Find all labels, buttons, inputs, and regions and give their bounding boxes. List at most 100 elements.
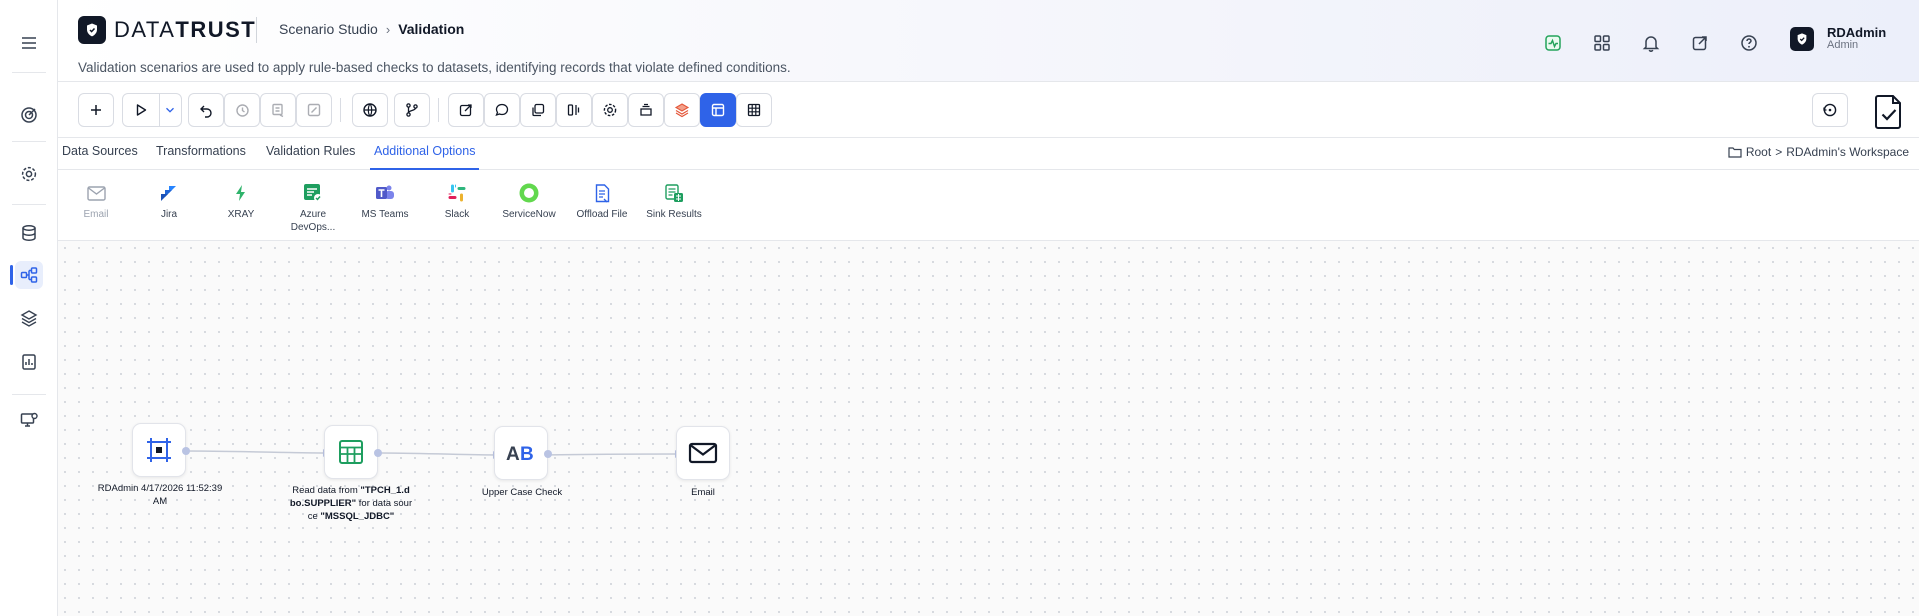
option-slack[interactable]: Slack	[423, 183, 491, 221]
flow-node-label: Email	[691, 487, 715, 498]
node-output-port[interactable]	[374, 449, 382, 457]
database-icon[interactable]	[15, 219, 43, 247]
tab-bar: Data Sources Transformations Validation …	[58, 138, 1919, 170]
avatar	[1790, 27, 1814, 51]
settings-button[interactable]	[592, 93, 628, 127]
save-button[interactable]	[260, 93, 296, 127]
breadcrumb: Scenario Studio › Validation	[279, 21, 464, 37]
layers-icon[interactable]	[15, 304, 43, 332]
user-menu[interactable]: RDAdmin Admin	[1790, 26, 1886, 52]
tab-transformations[interactable]: Transformations	[152, 138, 250, 170]
toolbar-divider	[438, 98, 439, 122]
workflow-icon[interactable]	[10, 261, 43, 289]
toolbar	[58, 82, 1919, 138]
ms-teams-icon	[375, 183, 395, 203]
undo-button[interactable]	[188, 93, 224, 127]
sidebar-divider	[12, 204, 46, 205]
copy-button[interactable]	[520, 93, 556, 127]
svg-text:A: A	[506, 444, 520, 465]
tab-data-sources[interactable]: Data Sources	[58, 138, 142, 170]
split-button[interactable]	[556, 93, 592, 127]
additional-options-palette: Email Jira XRAY Azure DevOps... MS Teams …	[58, 170, 1919, 241]
target-icon[interactable]	[15, 101, 43, 129]
start-node-icon	[147, 438, 171, 462]
restore-button[interactable]	[1812, 93, 1848, 127]
flow-node-label: Read data from "TPCH_1.d bo.SUPPLIER" for…	[289, 485, 413, 522]
app-header: DATATRUST Scenario Studio › Validation V…	[58, 0, 1919, 82]
run-button[interactable]	[122, 93, 182, 127]
export-button[interactable]	[448, 93, 484, 127]
chevron-right-icon: ›	[385, 21, 391, 37]
option-servicenow[interactable]: ServiceNow	[495, 183, 563, 221]
comment-button[interactable]	[484, 93, 520, 127]
slack-icon	[447, 183, 467, 203]
report-icon[interactable]	[15, 348, 43, 376]
option-azure-devops[interactable]: Azure DevOps...	[279, 183, 347, 234]
validation-document-icon[interactable]	[1869, 92, 1909, 132]
stack-button[interactable]	[628, 93, 664, 127]
globe-button[interactable]	[352, 93, 388, 127]
layers-button[interactable]	[664, 93, 700, 127]
menu-icon[interactable]	[15, 29, 43, 57]
header-divider	[256, 17, 257, 43]
node-output-port[interactable]	[182, 447, 190, 455]
svg-text:B: B	[520, 444, 534, 465]
flow-canvas[interactable]: RDAdmin 4/17/2026 11:52:39 AM Read data f…	[58, 241, 1919, 616]
settings-icon[interactable]	[15, 160, 43, 188]
bell-icon[interactable]	[1638, 30, 1664, 56]
offload-file-icon	[592, 183, 612, 203]
sidebar-divider	[12, 394, 46, 395]
option-xray[interactable]: XRAY	[207, 183, 275, 221]
chevron-down-icon[interactable]	[163, 102, 177, 118]
option-jira[interactable]: Jira	[135, 183, 203, 221]
workspace-name[interactable]: RDAdmin's Workspace	[1786, 145, 1909, 159]
activity-icon[interactable]	[1540, 30, 1566, 56]
jira-icon	[159, 183, 179, 203]
table-source-icon	[339, 440, 363, 464]
workspace-breadcrumb: Root > RDAdmin's Workspace	[1728, 145, 1909, 159]
header-actions	[1540, 30, 1762, 56]
workspace-separator: >	[1775, 145, 1783, 159]
azure-devops-icon	[303, 183, 323, 203]
user-name: RDAdmin	[1827, 25, 1887, 40]
option-offload-file[interactable]: Offload File	[568, 183, 636, 221]
branch-button[interactable]	[394, 93, 430, 127]
option-ms-teams[interactable]: MS Teams	[351, 183, 419, 221]
node-output-port[interactable]	[544, 450, 552, 458]
left-sidebar	[0, 0, 58, 616]
option-sink-results[interactable]: Sink Results	[640, 183, 708, 221]
option-email[interactable]: Email	[62, 183, 130, 221]
table-view-button[interactable]	[736, 93, 772, 127]
monitor-icon[interactable]	[15, 406, 43, 434]
tab-validation-rules[interactable]: Validation Rules	[262, 138, 359, 170]
servicenow-icon	[519, 183, 539, 203]
flow-node-rule[interactable]: AB	[494, 426, 548, 480]
external-link-icon[interactable]	[1687, 30, 1713, 56]
flow-node-label: Upper Case Check	[481, 487, 563, 498]
breadcrumb-parent[interactable]: Scenario Studio	[279, 21, 378, 37]
flow-node-start[interactable]	[132, 423, 186, 477]
email-node-icon	[688, 442, 718, 464]
sidebar-divider	[12, 141, 46, 142]
page-description: Validation scenarios are used to apply r…	[78, 60, 791, 75]
workspace-root[interactable]: Root	[1746, 145, 1771, 159]
flow-node-email[interactable]	[676, 426, 730, 480]
toolbar-divider	[340, 98, 341, 122]
app-logo-text: DATATRUST	[114, 17, 257, 42]
xray-icon	[231, 183, 251, 203]
help-icon[interactable]	[1736, 30, 1762, 56]
sidebar-divider	[12, 72, 46, 73]
folder-icon	[1728, 147, 1742, 158]
shield-logo-icon	[78, 16, 106, 44]
tab-additional-options[interactable]: Additional Options	[370, 138, 480, 170]
edit-button[interactable]	[296, 93, 332, 127]
app-logo[interactable]: DATATRUST	[78, 16, 256, 44]
layout-view-button[interactable]	[700, 93, 736, 127]
uppercase-check-icon: AB	[506, 444, 534, 465]
add-button[interactable]	[78, 93, 114, 127]
apps-grid-icon[interactable]	[1589, 30, 1615, 56]
sink-results-icon	[664, 183, 684, 203]
history-button[interactable]	[224, 93, 260, 127]
flow-node-label: RDAdmin 4/17/2026 11:52:39 AM	[97, 483, 223, 507]
flow-node-source[interactable]	[324, 425, 378, 479]
